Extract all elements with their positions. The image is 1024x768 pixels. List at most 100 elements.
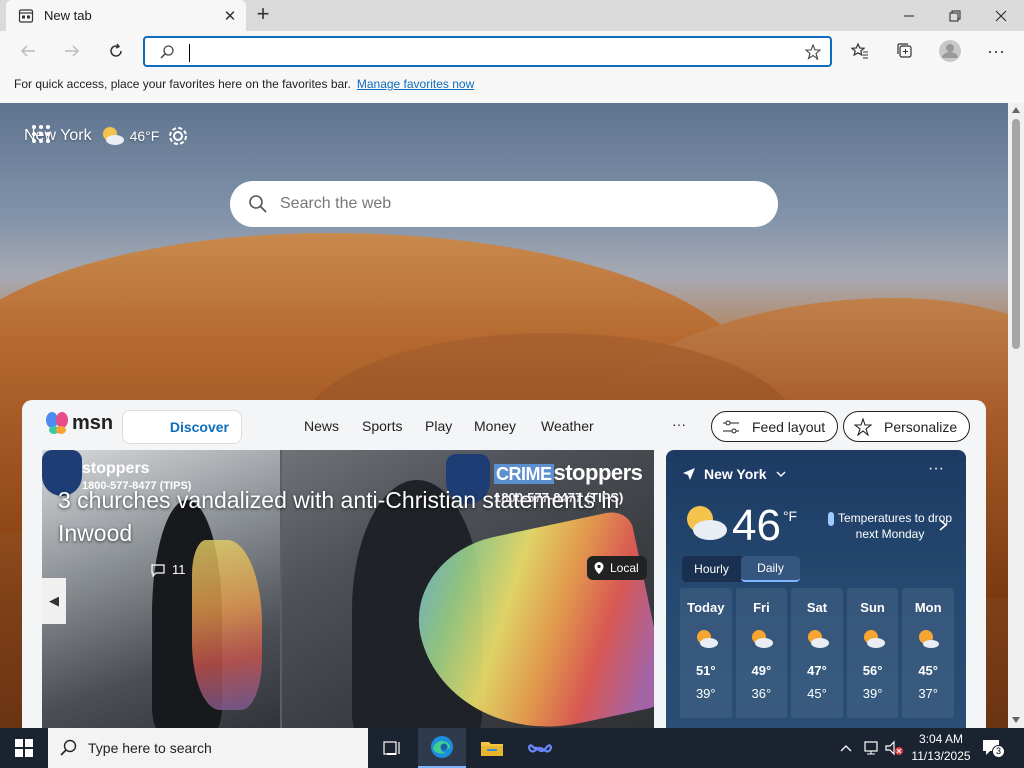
- tab-new-tab[interactable]: New tab ✕: [6, 0, 246, 31]
- local-tag-label: Local: [610, 561, 639, 575]
- forecast-day[interactable]: Sun 56° 39°: [846, 588, 899, 718]
- taskbar-file-explorer-button[interactable]: [468, 728, 516, 768]
- forecast-low: 36°: [751, 686, 772, 701]
- hero-news-card[interactable]: stoppers 1800-577-8477 (TIPS) CRIMEstopp…: [42, 450, 654, 728]
- taskbar-edge-button[interactable]: [418, 728, 466, 768]
- nav-news[interactable]: News: [304, 418, 339, 434]
- new-tab-button[interactable]: +: [252, 3, 274, 26]
- more-horizontal-icon: ···: [987, 40, 1005, 61]
- weather-alert[interactable]: Temperatures to drop next Monday: [826, 510, 954, 542]
- tab-close-icon[interactable]: ✕: [220, 6, 240, 26]
- taskbar-app-button[interactable]: [516, 728, 564, 768]
- forecast-high: 45°: [918, 663, 938, 678]
- location-temperature: 46°F: [129, 128, 160, 144]
- address-input[interactable]: [185, 42, 785, 62]
- clock-time: 3:04 AM: [918, 732, 964, 746]
- taskbar-search-placeholder: Type here to search: [88, 740, 212, 756]
- text-caret: [189, 44, 190, 62]
- thermometer-icon: [827, 511, 834, 526]
- scrollbar-thumb[interactable]: [1012, 119, 1020, 349]
- nav-play[interactable]: Play: [425, 418, 452, 434]
- crime-word: CRIME: [494, 464, 554, 484]
- forecast-day[interactable]: Today 51° 39°: [680, 588, 732, 718]
- search-icon: [160, 45, 174, 59]
- profile-avatar-icon: [939, 40, 961, 62]
- forecast-day[interactable]: Fri 49° 36°: [735, 588, 788, 718]
- msn-logo[interactable]: msn: [44, 410, 113, 436]
- hero-headline[interactable]: 3 churches vandalized with anti-Christia…: [58, 484, 648, 550]
- personalize-button[interactable]: Personalize: [843, 411, 971, 442]
- forecast-day-name: Sat: [806, 600, 828, 615]
- weather-location-name: New York: [704, 466, 767, 482]
- sparkle-star-icon: [854, 417, 872, 436]
- tab-hourly[interactable]: Hourly: [682, 556, 741, 582]
- current-temp-value: 46: [732, 501, 781, 550]
- settings-more-button[interactable]: ···: [982, 37, 1010, 65]
- forecast-day-name: Mon: [914, 600, 942, 615]
- infinity-app-icon: [528, 744, 552, 753]
- taskbar-clock[interactable]: 3:04 AM 11/13/2025: [906, 731, 976, 765]
- back-button[interactable]: [14, 37, 42, 65]
- edge-browser-icon: [431, 736, 453, 758]
- chevron-right-icon[interactable]: [938, 518, 948, 532]
- partly-cloudy-icon: [696, 630, 718, 648]
- nav-weather[interactable]: Weather: [541, 418, 594, 434]
- nav-more-button[interactable]: ···: [672, 416, 686, 432]
- page-scrollbar[interactable]: [1008, 103, 1024, 728]
- action-center-button[interactable]: 3: [982, 738, 1005, 758]
- partly-cloudy-night-icon: [102, 127, 124, 145]
- local-tag[interactable]: Local: [587, 556, 647, 580]
- weather-location[interactable]: New York: [682, 466, 787, 482]
- tab-discover[interactable]: Discover: [122, 410, 242, 444]
- hero-flag: [192, 540, 262, 710]
- tab-daily[interactable]: Daily: [741, 556, 800, 582]
- msn-feed: msn Discover News Sports Play Money Weat…: [22, 400, 986, 728]
- collections-button[interactable]: [891, 37, 919, 65]
- scroll-up-arrow-icon[interactable]: [1012, 107, 1020, 113]
- address-bar[interactable]: [143, 36, 832, 67]
- forecast-day[interactable]: Mon 45° 37°: [902, 588, 954, 718]
- tab-strip: New tab ✕ +: [0, 0, 1024, 31]
- msn-brand-text: msn: [72, 411, 114, 434]
- taskbar-search-box[interactable]: Type here to search: [48, 728, 368, 768]
- forecast-toggle: Hourly Daily: [682, 556, 800, 582]
- personalize-label: Personalize: [884, 418, 958, 435]
- location-weather-widget[interactable]: New York 46°F: [24, 125, 189, 147]
- add-favorite-star-icon[interactable]: [805, 44, 821, 60]
- partly-cloudy-icon: [807, 630, 829, 648]
- restore-button[interactable]: [932, 0, 978, 31]
- carousel-previous-button[interactable]: ◀: [42, 578, 66, 624]
- clock-date: 11/13/2025: [911, 749, 971, 763]
- network-icon[interactable]: [862, 740, 880, 756]
- profile-button[interactable]: [936, 37, 964, 65]
- nav-money[interactable]: Money: [474, 418, 516, 434]
- weather-card[interactable]: New York ··· 46 °F Temperatures to drop …: [666, 450, 966, 728]
- refresh-button[interactable]: [102, 37, 130, 65]
- volume-muted-icon[interactable]: [884, 740, 904, 756]
- task-view-button[interactable]: [368, 728, 416, 768]
- restore-icon: [949, 10, 961, 21]
- comment-count[interactable]: 11: [150, 562, 186, 577]
- favorites-button[interactable]: [846, 37, 874, 65]
- feed-layout-button[interactable]: Feed layout: [711, 411, 839, 442]
- forecast-day[interactable]: Sat 47° 45°: [791, 588, 843, 718]
- minimize-button[interactable]: [886, 0, 932, 31]
- nav-sports[interactable]: Sports: [362, 418, 402, 434]
- crime-stoppers-text-right: CRIMEstoppers: [494, 460, 643, 486]
- forecast-day-name: Sun: [860, 600, 885, 615]
- close-window-button[interactable]: [978, 0, 1024, 31]
- forecast-day-name: Fri: [753, 600, 770, 615]
- weather-more-button[interactable]: ···: [928, 460, 944, 478]
- web-search-box[interactable]: Search the web: [230, 181, 778, 227]
- search-placeholder: Search the web: [280, 195, 392, 212]
- scroll-down-arrow-icon[interactable]: [1012, 717, 1020, 723]
- back-arrow-icon: [20, 45, 35, 57]
- start-button[interactable]: [0, 728, 48, 768]
- app-launcher-icon[interactable]: [30, 123, 52, 145]
- chevron-up-icon[interactable]: [840, 743, 852, 753]
- forecast-high: 49°: [751, 663, 772, 678]
- manage-favorites-link[interactable]: Manage favorites now: [357, 77, 474, 91]
- gear-icon[interactable]: [167, 125, 189, 147]
- refresh-icon: [110, 43, 122, 57]
- forward-button[interactable]: [58, 37, 86, 65]
